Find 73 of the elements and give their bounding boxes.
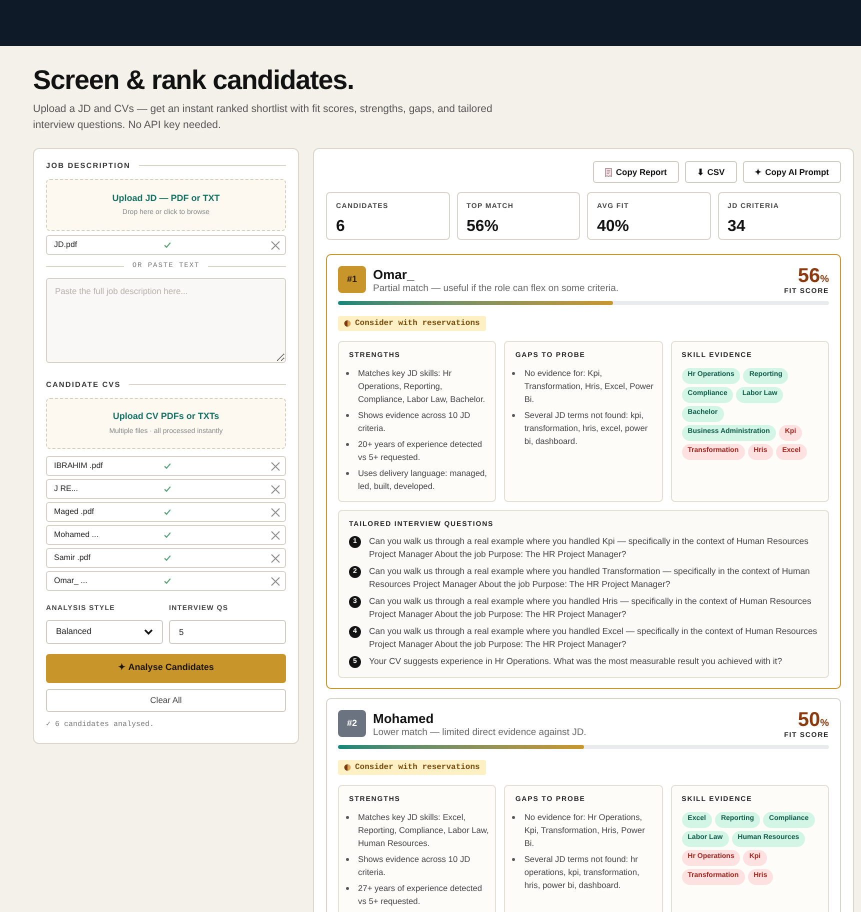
list-item-text: Uses delivery language: managed, led, built, developed. (358, 466, 488, 492)
bullet-icon (346, 472, 349, 474)
close-icon[interactable] (271, 240, 280, 250)
half-circle-icon (344, 764, 351, 771)
clear-button[interactable]: Clear All (46, 688, 286, 712)
bullet-icon (346, 858, 349, 860)
stat-value: 40% (597, 218, 630, 236)
close-icon[interactable] (271, 576, 280, 586)
verdict-text: Consider with reservations (355, 762, 480, 774)
stat-value: 56% (466, 218, 500, 236)
list-item-text: No evidence for: Kpi, Transformation, Hris, Excel, Power Bi. (524, 366, 654, 406)
list-item-text: 27+ years of experience detected vs 5+ requested. (358, 882, 484, 908)
bullet-icon (346, 372, 349, 374)
candidate-name: Mohamed (373, 711, 435, 726)
question-text: Can you walk us through a real example where you handled Transformation — specifically in the context of Human Resources Project Manager About the job Purpose: The HR Project Manager? (369, 565, 811, 591)
close-icon[interactable] (271, 484, 280, 494)
bullet-icon (346, 816, 349, 818)
upload-title: Upload CV PDFs or TXTs (112, 410, 220, 423)
action-button[interactable]: ✦ Copy AI Prompt (742, 161, 841, 183)
file-name: IBRAHIM .pdf (54, 460, 104, 472)
close-icon[interactable] (271, 554, 280, 562)
list-item-text: Shows evidence across 10 JD criteria. (358, 408, 472, 434)
list-item-text: 20+ years of experience detected vs 5+ requested. (358, 438, 484, 464)
file-name: Mohamed ... (54, 529, 100, 541)
stat-value: 6 (336, 218, 346, 236)
file-name: Samir .pdf (54, 552, 92, 564)
bullet-icon (346, 442, 349, 446)
job-description-field[interactable]: Paste the full job description here... (46, 278, 286, 363)
list-item-text: Several JD terms not found: kpi, transformation, hris, excel, power bi, dashboard. (524, 408, 649, 448)
percent-sign: % (820, 275, 829, 285)
list-item-text: Shows evidence across 10 JD criteria. (358, 852, 472, 878)
bullet-icon (512, 816, 516, 818)
list-item-text: No evidence for: Hr Operations, Kpi, Transformation, Hris, Power Bi. (524, 810, 646, 850)
fit-score: 50 (798, 710, 820, 730)
match-summary: Partial match — useful if the role can flex on some criteria. (373, 283, 620, 295)
close-icon[interactable] (271, 462, 280, 470)
receipt-icon (604, 168, 612, 176)
list-item-text: Several JD terms not found: hr operations, kpi, transformation, hris, power bi, dashboard. (524, 852, 640, 892)
candidate-name: Omar_ (373, 267, 416, 282)
stat-value: 34 (728, 218, 746, 236)
verdict-text: Consider with reservations (355, 318, 480, 330)
half-circle-icon (344, 320, 351, 327)
bullet-icon (346, 414, 349, 416)
analysis-style-dropdown[interactable]: Balanced (46, 620, 163, 644)
chevron-down-icon (144, 628, 153, 634)
upload-title: Upload JD — PDF or TXT (112, 192, 220, 205)
file-name: J RE... (54, 483, 80, 495)
question-text: Your CV suggests experience in Hr Operations. What was the most measurable result you achieved with it? (369, 655, 782, 668)
list-item-text: Matches key JD skills: Excel, Reporting, Compliance, Labor Law, Human Resources. (358, 810, 490, 850)
interview-questions-field[interactable]: 5 (169, 620, 286, 644)
bullet-icon (512, 414, 516, 416)
fit-score: 56 (798, 266, 820, 286)
bullet-icon (512, 858, 516, 860)
question-text: Can you walk us through a real example where you handled Excel — specifically in the context of Human Resources Project Manager About the job Purpose: The HR Project Manager? (369, 625, 818, 651)
close-icon[interactable] (271, 508, 280, 516)
action-button[interactable]: ⬇ CSV (684, 161, 737, 183)
rank-badge: #1 (338, 266, 366, 293)
rank-badge: #2 (338, 710, 366, 737)
match-summary: Lower match — limited direct evidence against JD. (373, 727, 588, 739)
page-subtitle: Upload a JD and CVs — get an instant ranked shortlist with fit scores, strengths, gaps, and tailored interview questions. No API key needed. (33, 102, 494, 133)
percent-sign: % (820, 719, 829, 729)
bullet-icon (512, 372, 516, 374)
file-name: Omar_ ... (54, 575, 88, 587)
analyse-button[interactable]: ✦ Analyse Candidates (46, 654, 286, 682)
bullet-icon (346, 886, 349, 890)
action-button[interactable]: Copy Report (592, 161, 679, 183)
question-text: Can you walk us through a real example where you handled Hris — specifically in the context of Human Resources Project Manager About the job Purpose: The HR Project Manager? (369, 595, 812, 621)
page-title: Screen & rank candidates. (33, 64, 355, 96)
file-name: JD.pdf (54, 239, 78, 252)
list-item-text: Matches key JD skills: Hr Operations, Reporting, Compliance, Labor Law, Bachelor. (358, 366, 486, 406)
file-name: Maged .pdf (54, 506, 96, 518)
close-icon[interactable] (271, 530, 280, 540)
question-text: Can you walk us through a real example where you handled Kpi — specifically in the context of Human Resources Project Manager About the job Purpose: The HR Project Manager? (369, 535, 810, 561)
